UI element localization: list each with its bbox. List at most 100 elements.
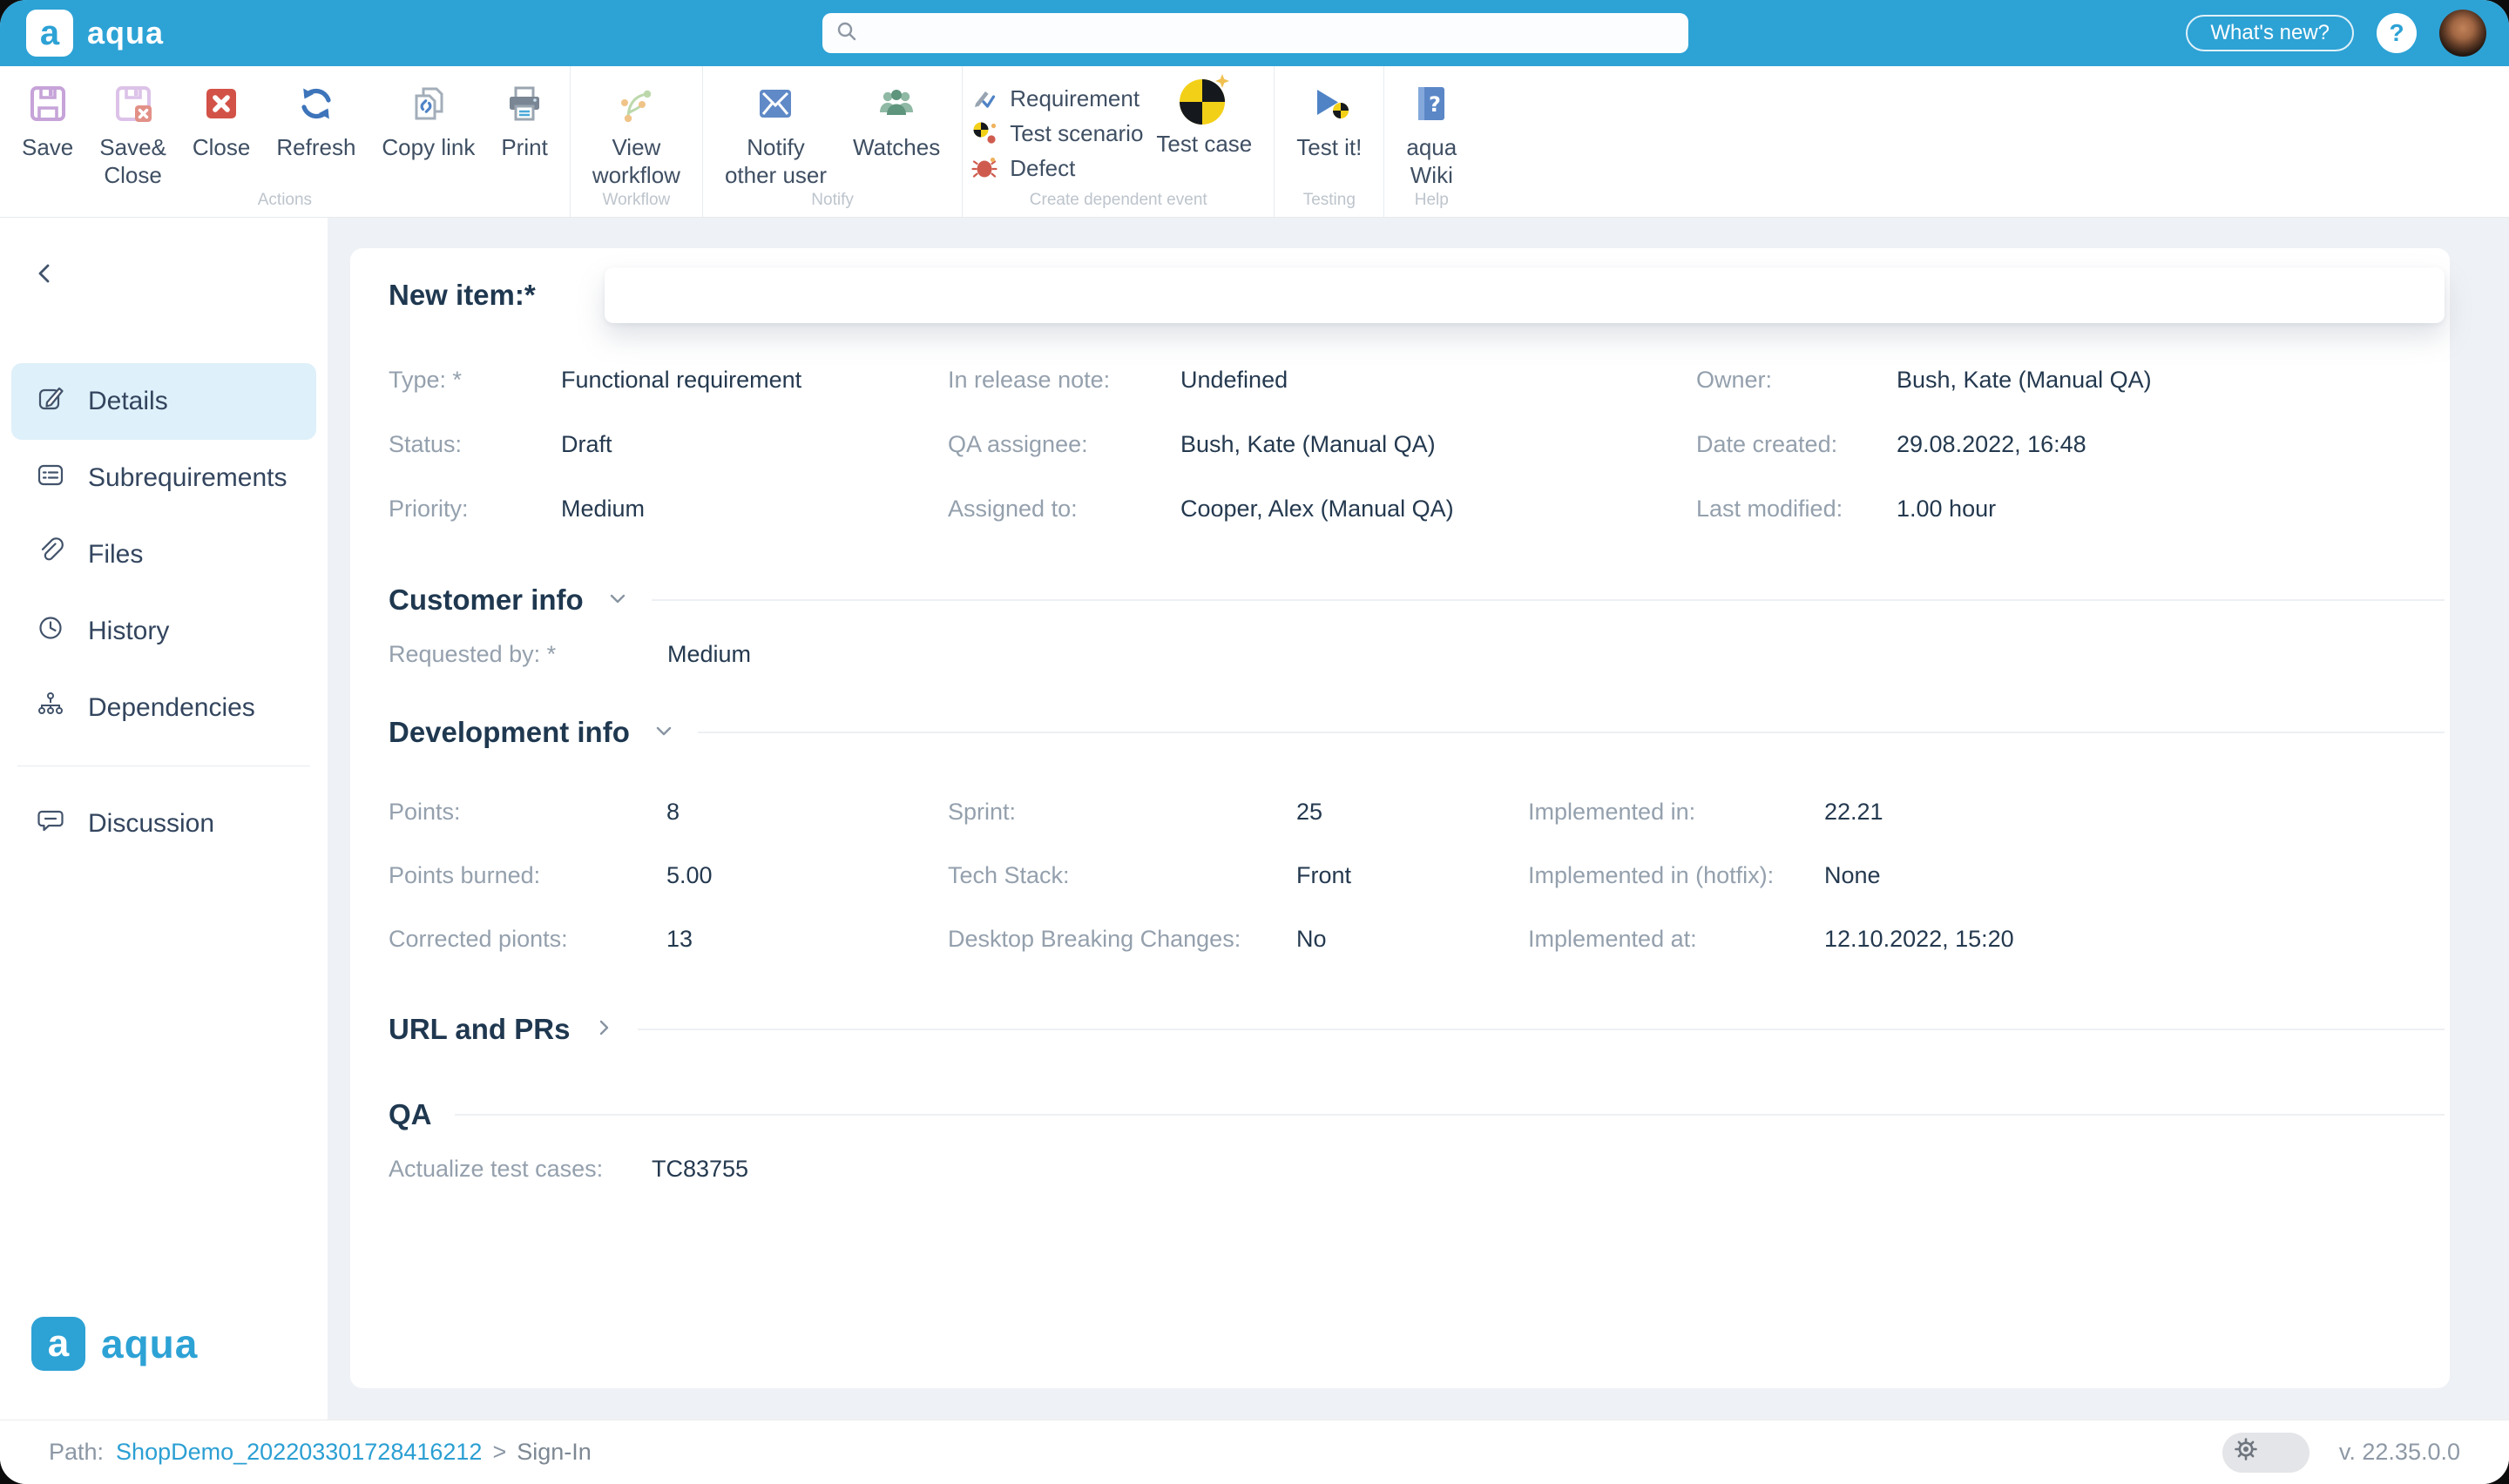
paperclip-icon bbox=[36, 536, 65, 573]
dependent-event-stack: Requirement Test scenario Defect bbox=[971, 78, 1143, 186]
field-value[interactable]: Bush, Kate (Manual QA) bbox=[1180, 431, 1436, 458]
field-row-type: Type: * Functional requirement bbox=[389, 347, 948, 412]
chevron-left-icon bbox=[30, 259, 60, 293]
field-value[interactable]: Medium bbox=[667, 641, 751, 668]
group-label-actions: Actions bbox=[0, 191, 570, 210]
sidebar-item-dependencies[interactable]: Dependencies bbox=[11, 670, 316, 746]
field-value[interactable]: 22.21 bbox=[1824, 799, 1883, 826]
bug-icon bbox=[971, 155, 998, 184]
wiki-book-icon: ? bbox=[1411, 78, 1451, 129]
field-label: Tech Stack: bbox=[948, 862, 1296, 889]
new-item-input[interactable] bbox=[605, 267, 2445, 323]
breadcrumb-project-link[interactable]: ShopDemo_202203301728416212 bbox=[116, 1439, 482, 1466]
group-label-testing: Testing bbox=[1275, 191, 1383, 210]
section-header-url-and-prs[interactable]: URL and PRs bbox=[389, 1003, 2445, 1056]
field-value[interactable]: 5.00 bbox=[666, 862, 713, 889]
app-window: a aqua What's new? ? Save bbox=[0, 0, 2509, 1484]
general-fields: Type: * Functional requirement Status: D… bbox=[389, 347, 2445, 541]
sidebar-item-details[interactable]: Details bbox=[11, 363, 316, 440]
copy-link-button[interactable]: Copy link bbox=[369, 78, 488, 162]
aqua-wiki-button[interactable]: ? aqua Wiki bbox=[1393, 78, 1470, 189]
help-button[interactable]: ? bbox=[2377, 13, 2417, 53]
people-icon bbox=[876, 78, 916, 129]
section-header-development-info[interactable]: Development info bbox=[389, 706, 2445, 759]
field-value[interactable]: Functional requirement bbox=[561, 367, 801, 394]
sidebar-item-discussion[interactable]: Discussion bbox=[11, 786, 316, 862]
aqua-logo-letter: a bbox=[48, 1322, 69, 1366]
field-value[interactable]: Front bbox=[1296, 862, 1351, 889]
section-header-customer-info[interactable]: Customer info bbox=[389, 574, 2445, 626]
save-button[interactable]: Save bbox=[9, 78, 86, 162]
field-row-points: Points: 8 bbox=[389, 780, 948, 844]
avatar[interactable] bbox=[2439, 10, 2486, 57]
sidebar: Details Subrequirements Files History bbox=[0, 218, 328, 1420]
sidebar-nav: Details Subrequirements Files History bbox=[0, 363, 328, 862]
envelope-icon bbox=[755, 78, 795, 129]
create-test-scenario-button[interactable]: Test scenario bbox=[971, 117, 1143, 152]
aqua-logo-icon: a bbox=[26, 10, 73, 57]
sidebar-item-subrequirements[interactable]: Subrequirements bbox=[11, 440, 316, 516]
section-title: QA bbox=[389, 1098, 432, 1131]
chevron-down-icon bbox=[606, 587, 629, 614]
field-value[interactable]: Bush, Kate (Manual QA) bbox=[1897, 367, 2152, 394]
field-value[interactable]: 13 bbox=[666, 926, 693, 953]
requirement-icon bbox=[971, 85, 998, 114]
chevron-right-icon bbox=[592, 1016, 615, 1043]
field-value[interactable]: Medium bbox=[561, 496, 645, 523]
global-search[interactable] bbox=[822, 13, 1688, 53]
close-button[interactable]: Close bbox=[179, 78, 263, 162]
ribbon-group-notify: Notify other user Watches Notify bbox=[703, 66, 963, 217]
section-title: URL and PRs bbox=[389, 1013, 570, 1046]
sidebar-item-history[interactable]: History bbox=[11, 593, 316, 670]
watches-button[interactable]: Watches bbox=[840, 78, 953, 162]
field-label: Priority: bbox=[389, 496, 561, 523]
section-divider bbox=[652, 599, 2445, 601]
settings-toggle[interactable] bbox=[2222, 1433, 2309, 1473]
field-value[interactable]: 12.10.2022, 15:20 bbox=[1824, 926, 2014, 953]
refresh-button[interactable]: Refresh bbox=[263, 78, 369, 162]
field-row-implemented-at: Implemented at: 12.10.2022, 15:20 bbox=[1528, 907, 2445, 971]
create-requirement-button[interactable]: Requirement bbox=[971, 82, 1143, 117]
close-icon bbox=[201, 78, 241, 129]
field-value[interactable]: None bbox=[1824, 862, 1881, 889]
print-button[interactable]: Print bbox=[488, 78, 560, 162]
field-value[interactable]: TC83755 bbox=[652, 1156, 748, 1183]
field-row-date-created: Date created: 29.08.2022, 16:48 bbox=[1696, 412, 2445, 476]
footer: Path: ShopDemo_202203301728416212 > Sign… bbox=[0, 1420, 2509, 1484]
create-test-case-label: Test case bbox=[1156, 131, 1252, 159]
field-label: Implemented in: bbox=[1528, 799, 1824, 826]
field-row-owner: Owner: Bush, Kate (Manual QA) bbox=[1696, 347, 2445, 412]
save-and-close-button[interactable]: Save& Close bbox=[86, 78, 179, 189]
sidebar-item-label: Files bbox=[88, 540, 143, 570]
field-label: Corrected pionts: bbox=[389, 926, 666, 953]
aqua-wiki-label: aqua Wiki bbox=[1406, 134, 1457, 189]
field-row-assigned-to: Assigned to: Cooper, Alex (Manual QA) bbox=[948, 476, 1696, 541]
field-value[interactable]: Undefined bbox=[1180, 367, 1288, 394]
view-workflow-button[interactable]: View workflow bbox=[579, 78, 693, 189]
field-value: 1.00 hour bbox=[1897, 496, 1996, 523]
general-col2: In release note: Undefined QA assignee: … bbox=[948, 347, 1696, 541]
notify-other-user-button[interactable]: Notify other user bbox=[712, 78, 840, 189]
field-row-points-burned: Points burned: 5.00 bbox=[389, 844, 948, 907]
development-col2: Sprint: 25 Tech Stack: Front Desktop Bre… bbox=[948, 780, 1528, 971]
field-value[interactable]: Cooper, Alex (Manual QA) bbox=[1180, 496, 1454, 523]
field-value[interactable]: 25 bbox=[1296, 799, 1322, 826]
group-label-help: Help bbox=[1384, 191, 1478, 210]
field-value[interactable]: No bbox=[1296, 926, 1327, 953]
test-it-label: Test it! bbox=[1296, 134, 1362, 162]
field-value[interactable]: Draft bbox=[561, 431, 612, 458]
create-defect-button[interactable]: Defect bbox=[971, 152, 1143, 186]
field-row-implemented-in: Implemented in: 22.21 bbox=[1528, 780, 2445, 844]
print-icon bbox=[504, 78, 544, 129]
create-test-case-button[interactable]: Test case bbox=[1143, 78, 1265, 159]
field-label: In release note: bbox=[948, 367, 1180, 394]
test-case-icon bbox=[1176, 75, 1232, 125]
brand-text: aqua bbox=[87, 15, 164, 51]
search-input[interactable] bbox=[868, 20, 1676, 47]
sidebar-item-files[interactable]: Files bbox=[11, 516, 316, 593]
collapse-sidebar-button[interactable] bbox=[26, 256, 64, 294]
whats-new-button[interactable]: What's new? bbox=[2186, 15, 2354, 51]
test-it-button[interactable]: Test it! bbox=[1283, 78, 1375, 162]
field-value[interactable]: 8 bbox=[666, 799, 680, 826]
field-row-qa-assignee: QA assignee: Bush, Kate (Manual QA) bbox=[948, 412, 1696, 476]
